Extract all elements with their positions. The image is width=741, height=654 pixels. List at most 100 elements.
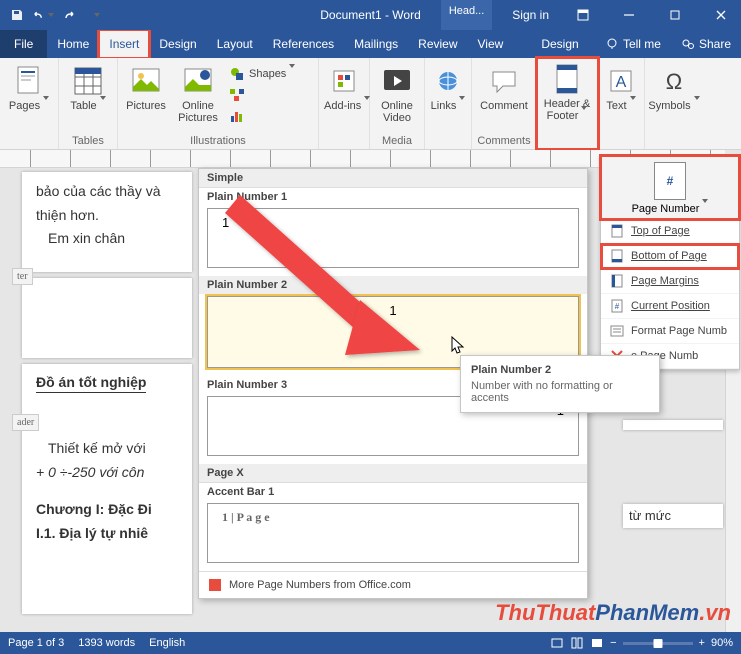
page-fragment: từ mức (623, 504, 723, 528)
share-button[interactable]: Share (671, 30, 741, 58)
tab-mailings[interactable]: Mailings (344, 30, 408, 58)
pages-icon (13, 65, 45, 97)
office-icon (207, 577, 223, 593)
group-media: Media (373, 135, 421, 149)
lightbulb-icon (605, 37, 619, 51)
gallery-item-label: Plain Number 1 (199, 188, 587, 206)
page-fragment: ter (22, 278, 192, 358)
watermark: ThuThuatPhanMem.vn (495, 600, 731, 626)
online-pictures-button[interactable]: Online Pictures (173, 60, 223, 126)
gallery-section: Simple (199, 169, 587, 188)
menu-current-position[interactable]: # Current Position (601, 294, 739, 319)
status-language[interactable]: English (149, 637, 185, 649)
current-position-icon: # (609, 298, 625, 314)
online-video-icon (381, 65, 413, 97)
tab-view[interactable]: View (468, 30, 514, 58)
tooltip: Plain Number 2 Number with no formatting… (460, 355, 660, 413)
pictures-button[interactable]: Pictures (121, 60, 171, 114)
window-title: Document1 - Word (320, 8, 420, 22)
save-icon[interactable] (6, 4, 28, 26)
pages-button[interactable]: Pages (3, 60, 55, 114)
context-tab-label: Head... (441, 0, 492, 30)
tab-header-footer-design[interactable]: Design (531, 30, 588, 58)
menu-page-margins[interactable]: Page Margins (601, 269, 739, 294)
menu-top-of-page[interactable]: Top of Page (601, 219, 739, 244)
status-page[interactable]: Page 1 of 3 (8, 637, 64, 649)
tab-design[interactable]: Design (149, 30, 206, 58)
view-mode-icon[interactable] (550, 636, 564, 650)
page-top-icon (609, 223, 625, 239)
view-mode-icon[interactable] (570, 636, 584, 650)
table-icon (72, 65, 104, 97)
addins-button[interactable]: Add-ins (322, 60, 366, 114)
share-icon (681, 37, 695, 51)
cursor-icon (451, 336, 465, 356)
header-footer-button[interactable]: Header & Footer (537, 58, 597, 124)
page-fragment (623, 420, 723, 430)
text-button[interactable]: A Text (601, 60, 641, 114)
titlebar: Document1 - Word Head... Sign in (0, 0, 741, 30)
zoom-controls: − + 90% (550, 636, 733, 650)
header-tag: ader (12, 414, 39, 431)
tooltip-title: Plain Number 2 (471, 364, 649, 376)
comment-button[interactable]: Comment (475, 60, 533, 114)
symbols-icon: Ω (658, 65, 690, 97)
more-page-numbers[interactable]: More Page Numbers from Office.com (199, 571, 587, 598)
links-button[interactable]: Links (428, 60, 468, 114)
gallery-section: Page X (199, 464, 587, 483)
svg-text:Ω: Ω (666, 69, 682, 94)
tab-references[interactable]: References (263, 30, 344, 58)
close-icon[interactable] (701, 0, 741, 30)
pictures-icon (130, 65, 162, 97)
gallery-item-label: Plain Number 2 (199, 276, 587, 294)
tab-review[interactable]: Review (408, 30, 467, 58)
page-fragment: ader Đồ án tốt nghiệp Thiết kế mở với + … (22, 364, 192, 614)
online-video-button[interactable]: Online Video (373, 60, 421, 126)
footer-tag: ter (12, 268, 33, 285)
page-bottom-icon (609, 248, 625, 264)
zoom-out[interactable]: − (610, 637, 616, 649)
tell-me[interactable]: Tell me (595, 30, 671, 58)
gallery-item-plain-number-1[interactable]: 1 (207, 208, 579, 268)
statusbar: Page 1 of 3 1393 words English − + 90% (0, 632, 741, 654)
zoom-level[interactable]: 90% (711, 637, 733, 649)
tab-insert[interactable]: Insert (99, 30, 149, 58)
page-margins-icon (609, 273, 625, 289)
tab-file[interactable]: File (0, 30, 47, 58)
tab-layout[interactable]: Layout (207, 30, 263, 58)
group-illustrations: Illustrations (121, 135, 315, 149)
svg-text:#: # (615, 302, 620, 311)
qat-customize-icon[interactable] (84, 4, 106, 26)
zoom-slider[interactable] (623, 642, 693, 645)
gallery-item-accent-bar-1[interactable]: 1 | P a g e (207, 503, 579, 563)
menu-format-page-numbers[interactable]: Format Page Numb (601, 319, 739, 344)
table-button[interactable]: Table (62, 60, 114, 114)
chart-icon (229, 108, 245, 124)
undo-icon[interactable] (32, 4, 54, 26)
online-pictures-icon (182, 65, 214, 97)
minimize-icon[interactable] (609, 0, 649, 30)
page-number-button[interactable]: # Page Number (601, 156, 739, 219)
ribbon: Pages Table Tables Pictures Online Pictu… (0, 58, 741, 150)
addins-icon (328, 65, 360, 97)
gallery-item-label: Accent Bar 1 (199, 483, 587, 501)
shapes-button[interactable]: Shapes (225, 64, 315, 84)
page-fragment: bảo của các thầy và thiện hơn. Em xin ch… (22, 172, 192, 272)
redo-icon[interactable] (58, 4, 80, 26)
svg-text:A: A (616, 74, 627, 91)
tab-home[interactable]: Home (47, 30, 99, 58)
status-words[interactable]: 1393 words (78, 637, 135, 649)
menu-bottom-of-page[interactable]: Bottom of Page (601, 244, 739, 269)
chart-button[interactable] (225, 106, 315, 126)
group-tables: Tables (62, 135, 114, 149)
ribbon-display-options-icon[interactable] (563, 0, 603, 30)
ribbon-tabs: File Home Insert Design Layout Reference… (0, 30, 741, 58)
symbols-button[interactable]: Ω Symbols (648, 60, 700, 114)
smartart-button[interactable] (225, 85, 315, 105)
comment-icon (488, 65, 520, 97)
quick-access-toolbar (0, 4, 106, 26)
maximize-icon[interactable] (655, 0, 695, 30)
signin-link[interactable]: Sign in (504, 8, 557, 22)
zoom-in[interactable]: + (699, 637, 705, 649)
view-mode-icon[interactable] (590, 636, 604, 650)
